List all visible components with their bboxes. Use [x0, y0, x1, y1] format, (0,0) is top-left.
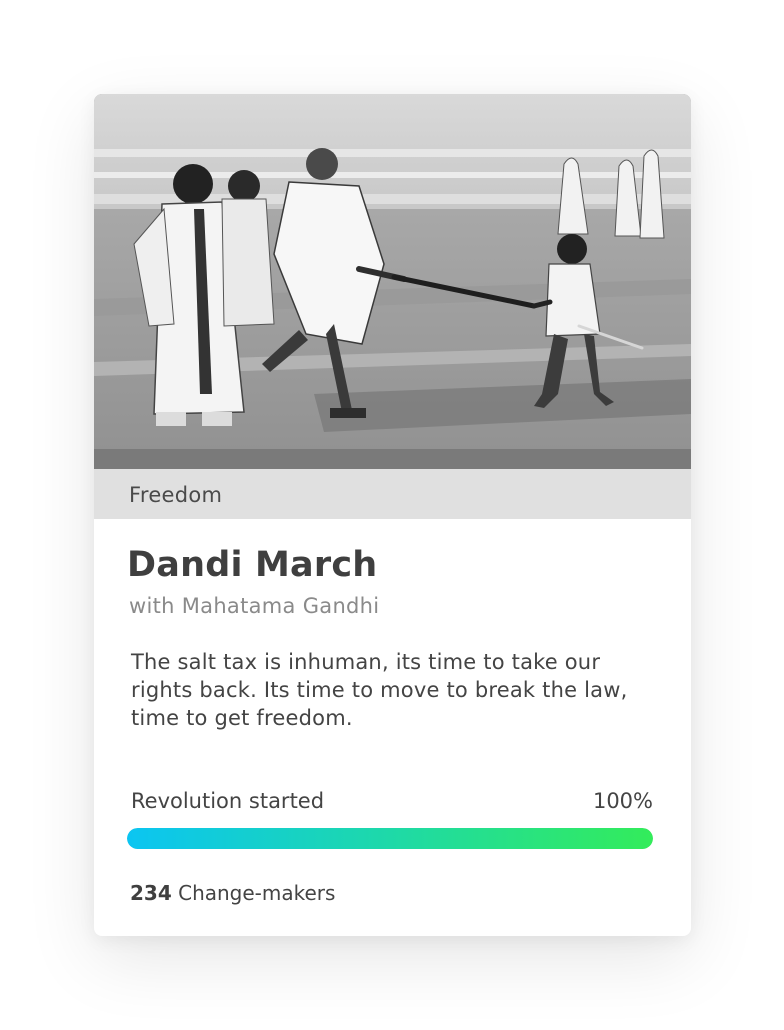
- supporters-label: Change-makers: [178, 881, 336, 905]
- page: Freedom Dandi March with Mahatama Gandhi…: [0, 0, 784, 1030]
- progress-bar: [127, 828, 653, 849]
- category-tag[interactable]: Freedom: [129, 483, 222, 507]
- campaign-description: The salt tax is inhuman, its time to tak…: [131, 650, 628, 730]
- campaign-photo: [94, 94, 691, 519]
- campaign-card[interactable]: Freedom Dandi March with Mahatama Gandhi…: [94, 94, 691, 936]
- black-white-photo-illustration: [94, 94, 691, 519]
- progress-fill: [127, 828, 653, 849]
- campaign-subtitle: with Mahatama Gandhi: [129, 594, 380, 618]
- campaign-title: Dandi March: [127, 545, 378, 585]
- supporters-count: 234 Change-makers: [130, 881, 335, 905]
- progress-percent: 100%: [592, 789, 653, 813]
- progress-label: Revolution started: [131, 789, 325, 813]
- supporters-number: 234: [130, 881, 172, 905]
